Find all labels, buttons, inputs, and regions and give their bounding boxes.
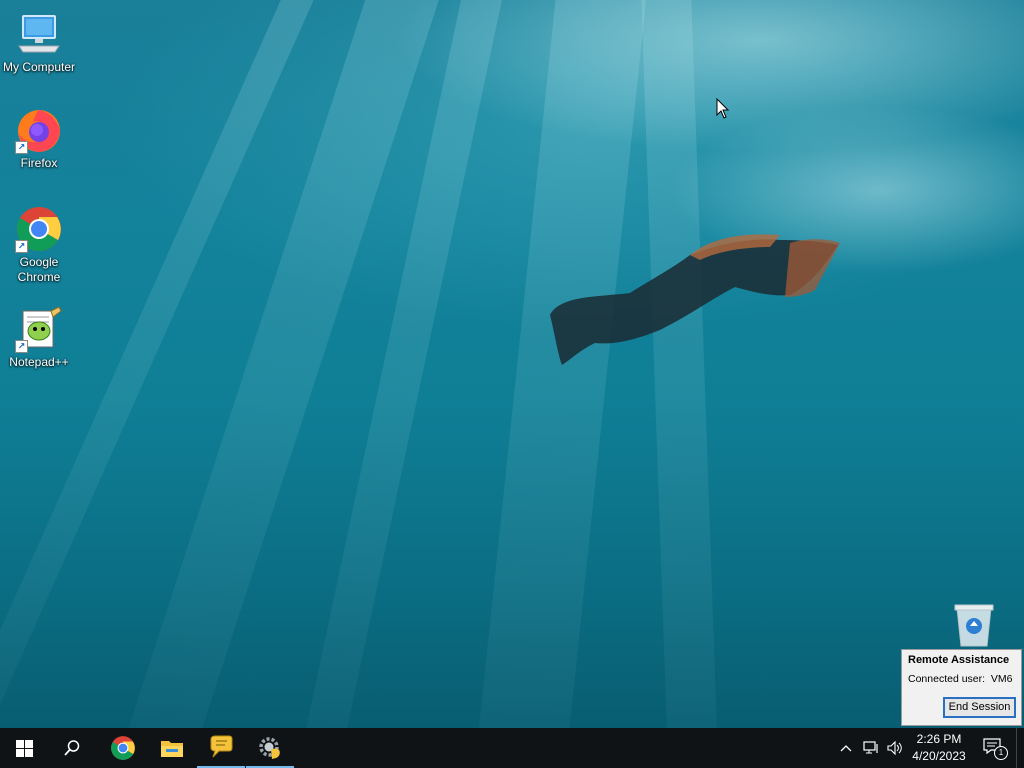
desktop-icon-label: Firefox — [20, 156, 58, 170]
desktop-icon-notepad-plus-plus[interactable]: ↗ Notepad++ — [0, 305, 78, 370]
clock-date: 4/20/2023 — [912, 749, 966, 763]
show-desktop-button[interactable] — [1016, 728, 1024, 768]
taskbar-chrome-button[interactable] — [99, 728, 147, 768]
network-icon — [863, 741, 878, 754]
desktop-icon-my-computer[interactable]: My Computer — [0, 10, 78, 75]
desktop-icon-label: Google Chrome — [17, 255, 61, 284]
search-button[interactable] — [48, 728, 96, 768]
windows-logo-icon — [15, 739, 33, 757]
desktop-icon-label: Notepad++ — [9, 355, 69, 369]
show-hidden-icons-button[interactable] — [837, 728, 855, 768]
start-button[interactable] — [0, 728, 48, 768]
network-button[interactable] — [860, 728, 882, 768]
speaker-icon — [887, 741, 902, 755]
settings-gear-icon — [259, 737, 280, 759]
chevron-up-icon — [840, 745, 852, 752]
mouse-cursor-icon — [716, 98, 730, 119]
monitor-icon — [15, 10, 63, 58]
remote-assistance-title: Remote Assistance — [908, 654, 1010, 666]
notepad-plus-plus-icon: ↗ — [15, 305, 63, 353]
clock-time: 2:26 PM — [916, 732, 962, 746]
chrome-icon — [111, 736, 135, 760]
chrome-icon: ↗ — [15, 205, 63, 253]
taskbar-remote-assistance-button[interactable] — [197, 728, 245, 768]
connected-user-text: Connected user: VM6 — [908, 673, 1013, 685]
desktop-icon-label: My Computer — [2, 60, 76, 74]
remote-assistance-chat-icon — [210, 735, 233, 758]
shortcut-arrow-icon: ↗ — [15, 240, 28, 253]
volume-button[interactable] — [884, 728, 906, 768]
desktop-icon-firefox[interactable]: ↗ Firefox — [0, 106, 78, 171]
end-session-button[interactable]: End Session — [943, 697, 1016, 718]
diver-image — [550, 234, 840, 365]
remote-assistance-popup: Remote Assistance Connected user: VM6 En… — [901, 649, 1022, 726]
clock[interactable]: 2:26 PM 4/20/2023 — [908, 731, 970, 765]
taskbar: 2:26 PM 4/20/2023 1 — [0, 728, 1024, 768]
file-explorer-icon — [161, 741, 183, 757]
taskbar-file-explorer-button[interactable] — [148, 728, 196, 768]
shortcut-arrow-icon: ↗ — [15, 141, 28, 154]
action-center-button[interactable]: 1 — [978, 728, 1008, 768]
search-icon — [64, 740, 80, 756]
firefox-icon: ↗ — [15, 106, 63, 154]
desktop-icon-google-chrome[interactable]: ↗ Google Chrome — [0, 205, 78, 285]
notification-count-badge: 1 — [994, 746, 1008, 760]
taskbar-settings-button[interactable] — [246, 728, 294, 768]
recycle-bin-icon[interactable] — [952, 602, 996, 648]
shortcut-arrow-icon: ↗ — [15, 340, 28, 353]
desktop-wallpaper[interactable]: My Computer ↗ Firefox ↗ Google Chrome ↗ … — [0, 0, 1024, 728]
